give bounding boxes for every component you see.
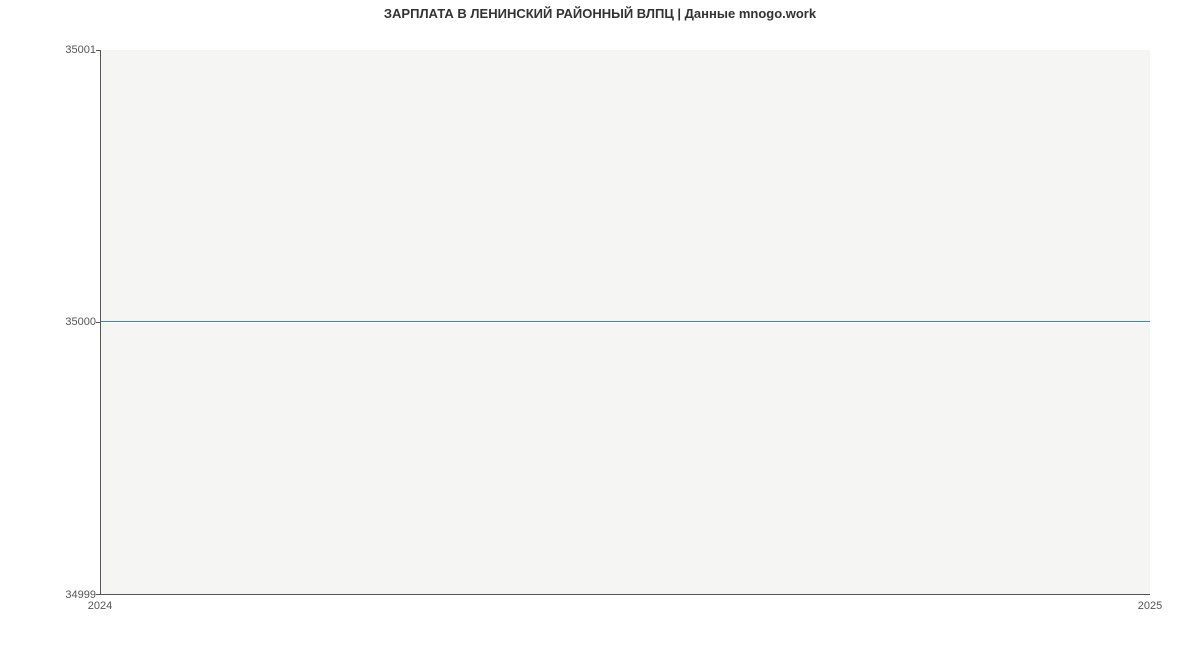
y-tick-label: 35000: [65, 316, 96, 328]
plot-area: [100, 50, 1150, 595]
gridline: [101, 322, 1150, 323]
y-tick-label: 35001: [65, 44, 96, 56]
chart-container: ЗАРПЛАТА В ЛЕНИНСКИЙ РАЙОННЫЙ ВЛПЦ | Дан…: [0, 0, 1200, 650]
chart-title: ЗАРПЛАТА В ЛЕНИНСКИЙ РАЙОННЫЙ ВЛПЦ | Дан…: [0, 6, 1200, 21]
series-line: [101, 321, 1150, 322]
x-tick-label: 2024: [88, 600, 112, 612]
x-tick-label: 2025: [1138, 600, 1162, 612]
